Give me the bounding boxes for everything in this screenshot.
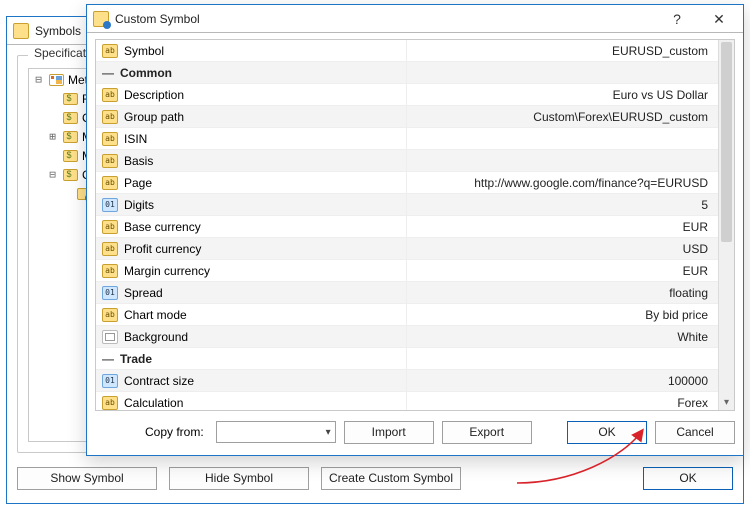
property-row[interactable]: Profit currency USD xyxy=(96,238,718,260)
property-value[interactable]: By bid price xyxy=(407,308,718,322)
property-value[interactable]: EUR xyxy=(407,220,718,234)
property-name: Basis xyxy=(124,154,153,168)
import-button[interactable]: Import xyxy=(344,421,434,444)
symbols-ok-button[interactable]: OK xyxy=(643,467,733,490)
number-type-icon xyxy=(102,198,118,212)
section-collapse-icon[interactable]: — xyxy=(102,352,114,366)
property-row[interactable]: ISIN xyxy=(96,128,718,150)
property-row[interactable]: Description Euro vs US Dollar xyxy=(96,84,718,106)
symbols-window-icon xyxy=(13,23,29,39)
string-type-icon xyxy=(102,396,118,410)
property-name: Base currency xyxy=(124,220,201,234)
tree-collapse-icon[interactable]: ⊟ xyxy=(33,73,44,86)
folder-icon xyxy=(63,112,78,124)
property-value[interactable]: http://www.google.com/finance?q=EURUSD xyxy=(407,176,718,190)
string-type-icon xyxy=(102,44,118,58)
export-button[interactable]: Export xyxy=(442,421,532,444)
property-row[interactable]: Chart mode By bid price xyxy=(96,304,718,326)
create-custom-symbol-button[interactable]: Create Custom Symbol xyxy=(321,467,461,490)
copy-from-dropdown[interactable]: ▾ xyxy=(216,421,336,443)
property-row[interactable]: Spread floating xyxy=(96,282,718,304)
symbols-button-bar: Show Symbol Hide Symbol Create Custom Sy… xyxy=(17,465,733,491)
property-section-header[interactable]: — Common xyxy=(96,62,718,84)
property-value[interactable]: Forex xyxy=(407,396,718,410)
show-symbol-button[interactable]: Show Symbol xyxy=(17,467,157,490)
property-name: ISIN xyxy=(124,132,147,146)
folder-icon xyxy=(63,131,78,143)
tree-expand-icon[interactable]: ⊞ xyxy=(47,130,58,143)
property-name: Spread xyxy=(124,286,163,300)
property-name: Symbol xyxy=(124,44,164,58)
property-name: Description xyxy=(124,88,184,102)
copy-from-label: Copy from: xyxy=(95,425,208,439)
property-row[interactable]: Group path Custom\Forex\EURUSD_custom xyxy=(96,106,718,128)
string-type-icon xyxy=(102,132,118,146)
property-row[interactable]: Basis xyxy=(96,150,718,172)
close-button[interactable]: ✕ xyxy=(701,5,737,33)
property-value[interactable]: 5 xyxy=(407,198,718,212)
custom-symbol-window: Custom Symbol ? ✕ Symbol EURUSD_custom — Co… xyxy=(86,4,744,456)
folder-icon xyxy=(63,93,78,105)
section-title: Trade xyxy=(120,352,152,366)
property-row[interactable]: Page http://www.google.com/finance?q=EURU… xyxy=(96,172,718,194)
help-button[interactable]: ? xyxy=(659,5,695,33)
number-type-icon xyxy=(102,286,118,300)
folder-icon xyxy=(63,169,78,181)
property-row[interactable]: Digits 5 xyxy=(96,194,718,216)
custom-symbol-cancel-button[interactable]: Cancel xyxy=(655,421,735,444)
property-grid[interactable]: Symbol EURUSD_custom — Common Description Eur… xyxy=(96,40,734,410)
chevron-down-icon: ▾ xyxy=(326,427,331,438)
string-type-icon xyxy=(102,176,118,190)
scrollbar-thumb[interactable] xyxy=(721,42,732,242)
string-type-icon xyxy=(102,220,118,234)
property-section-header[interactable]: — Trade xyxy=(96,348,718,370)
custom-symbol-titlebar: Custom Symbol ? ✕ xyxy=(87,5,743,33)
property-grid-container: Symbol EURUSD_custom — Common Description Eur… xyxy=(95,39,735,411)
property-value[interactable]: Euro vs US Dollar xyxy=(407,88,718,102)
property-row[interactable]: Symbol EURUSD_custom xyxy=(96,40,718,62)
color-type-icon xyxy=(102,330,118,344)
property-name: Digits xyxy=(124,198,154,212)
string-type-icon xyxy=(102,88,118,102)
property-row[interactable]: Margin currency EUR xyxy=(96,260,718,282)
property-value[interactable]: USD xyxy=(407,242,718,256)
section-title: Common xyxy=(120,66,172,80)
tree-collapse-icon[interactable]: ⊟ xyxy=(47,168,58,181)
custom-symbol-window-icon xyxy=(93,11,109,27)
property-name: Group path xyxy=(124,110,184,124)
property-row[interactable]: Calculation Forex xyxy=(96,392,718,410)
hide-symbol-button[interactable]: Hide Symbol xyxy=(169,467,309,490)
number-type-icon xyxy=(102,374,118,388)
scroll-down-icon[interactable]: ▾ xyxy=(719,396,734,410)
property-name: Contract size xyxy=(124,374,194,388)
property-row[interactable]: Background White xyxy=(96,326,718,348)
property-value[interactable]: floating xyxy=(407,286,718,300)
property-name: Background xyxy=(124,330,188,344)
property-row[interactable]: Contract size 100000 xyxy=(96,370,718,392)
property-value[interactable]: 100000 xyxy=(407,374,718,388)
custom-symbol-button-bar: Copy from: ▾ Import Export OK Cancel xyxy=(95,419,735,445)
property-name: Page xyxy=(124,176,152,190)
string-type-icon xyxy=(102,264,118,278)
property-value[interactable]: EURUSD_custom xyxy=(407,44,718,58)
property-name: Profit currency xyxy=(124,242,201,256)
string-type-icon xyxy=(102,154,118,168)
section-collapse-icon[interactable]: — xyxy=(102,66,114,80)
custom-symbol-title: Custom Symbol xyxy=(115,12,653,26)
string-type-icon xyxy=(102,308,118,322)
property-name: Calculation xyxy=(124,396,183,410)
string-type-icon xyxy=(102,242,118,256)
property-name: Margin currency xyxy=(124,264,210,278)
vertical-scrollbar[interactable]: ▴ ▾ xyxy=(718,40,734,410)
folder-icon xyxy=(49,74,64,86)
property-name: Chart mode xyxy=(124,308,187,322)
property-value[interactable]: White xyxy=(407,330,718,344)
custom-symbol-ok-button[interactable]: OK xyxy=(567,421,647,444)
property-row[interactable]: Base currency EUR xyxy=(96,216,718,238)
property-value[interactable]: Custom\Forex\EURUSD_custom xyxy=(407,110,718,124)
property-value[interactable]: EUR xyxy=(407,264,718,278)
string-type-icon xyxy=(102,110,118,124)
folder-icon xyxy=(63,150,78,162)
